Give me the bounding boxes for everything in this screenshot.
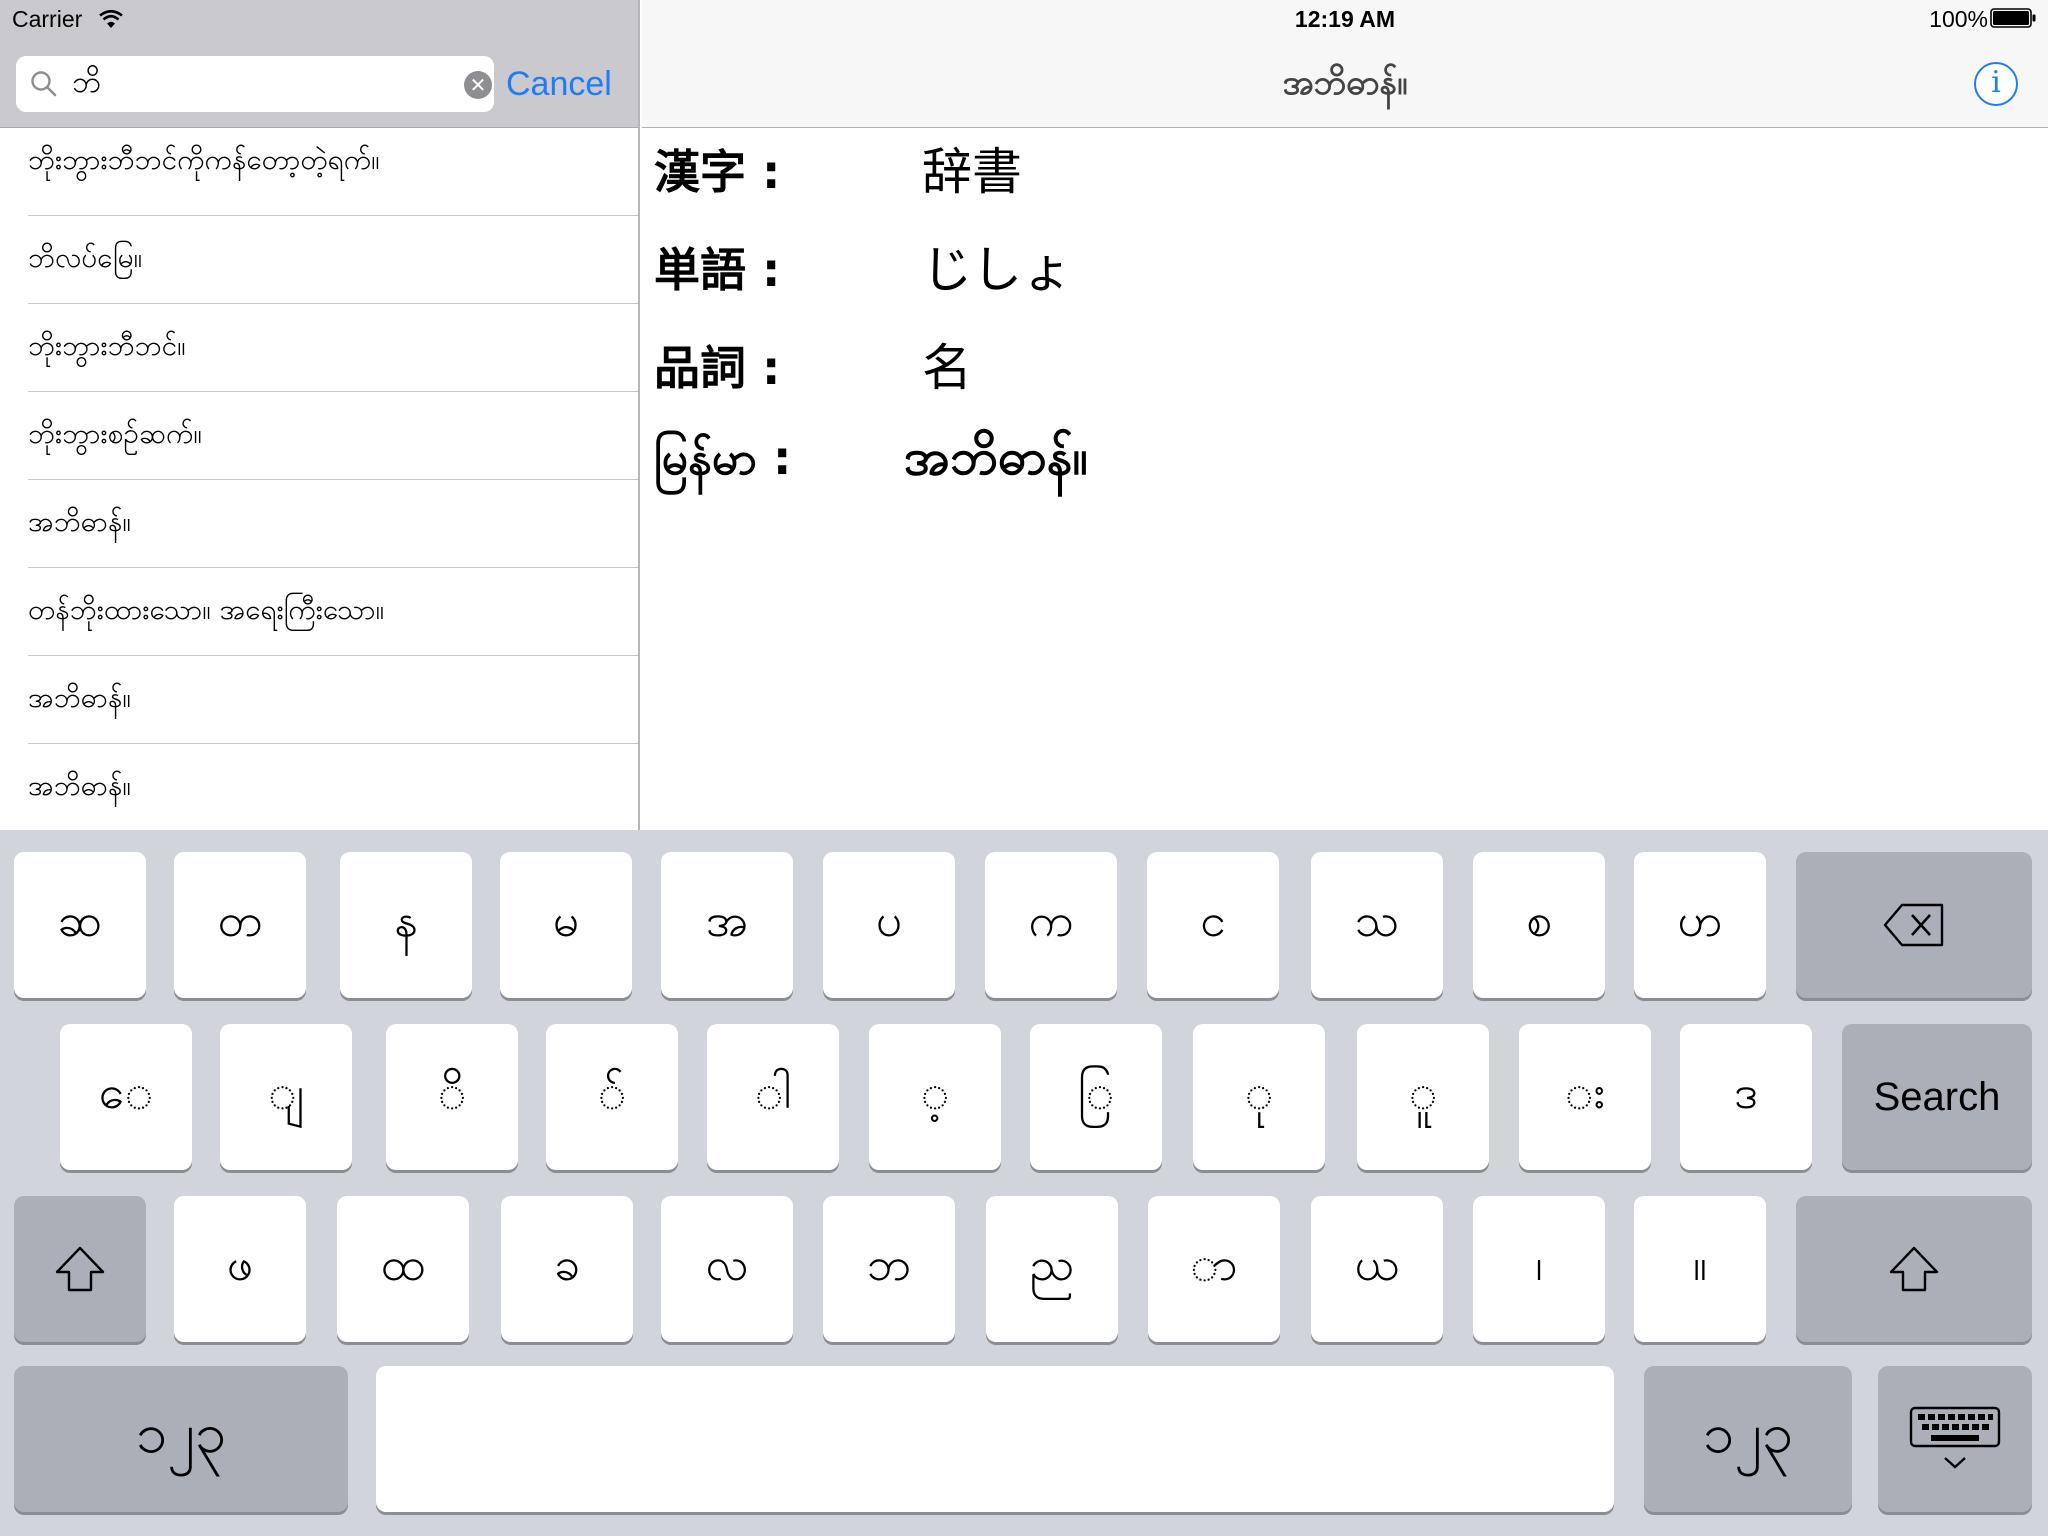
battery-percentage: 100% (1929, 6, 1988, 32)
master-pane: Carrier ✕ Cancel ဘိုးဘွားဘီဘင်ကိုကန်တော့… (0, 0, 640, 830)
keyboard-dismiss-icon (1909, 1406, 2001, 1469)
list-item[interactable]: ဘိလပ်မြေ။ (0, 216, 638, 304)
key[interactable]: ပ (823, 852, 955, 998)
key[interactable]: ျ (220, 1024, 352, 1170)
list-item-label: အဘိဓာန်။ (28, 769, 131, 802)
list-item-label: အဘိဓာန်။ (28, 505, 131, 538)
word-label: 単語 : (654, 243, 781, 297)
key[interactable]: ဒ (1680, 1024, 1812, 1170)
results-list: ဘိုးဘွားဘီဘင်ကိုကန်တော့တဲ့ရက်။ ဘိလပ်မြေ။… (0, 128, 638, 830)
key[interactable]: မ (500, 852, 632, 998)
list-item[interactable]: ဘိုးဘွားဘီဘင်။ (0, 304, 638, 392)
key[interactable]: န (340, 852, 472, 998)
key[interactable]: ဘ (823, 1196, 955, 1342)
key[interactable]: ူ (1357, 1024, 1489, 1170)
key[interactable]: ထ (337, 1196, 469, 1342)
numbers-key-left[interactable]: ၁၂၃ (14, 1366, 348, 1512)
key[interactable]: ဖ (174, 1196, 306, 1342)
burmese-value: အဘိဓာန်။ (904, 428, 1088, 486)
list-item[interactable]: ဘိုးဘွားဘီဘင်ကိုကန်တော့တဲ့ရက်။ (0, 128, 638, 216)
list-item-label: ဘိုးဘွားဘီဘင်။ (28, 329, 186, 362)
key[interactable]: ာ (1148, 1196, 1280, 1342)
dismiss-keyboard-key[interactable] (1878, 1366, 2032, 1512)
list-item-label: ဘိုးဘွားဘီဘင်ကိုကန်တော့တဲ့ရက်။ (28, 143, 380, 176)
burmese-label: မြန်မာ : (654, 431, 792, 485)
key[interactable]: အ (661, 852, 793, 998)
list-item[interactable]: တန်ဘိုးထားသော။ အရေးကြီးသော။ (0, 568, 638, 656)
key[interactable]: သ (1311, 852, 1443, 998)
key[interactable]: ။ (1634, 1196, 1766, 1342)
list-item-label: တန်ဘိုးထားသော။ အရေးကြီးသော။ (28, 593, 385, 626)
shift-key-right[interactable] (1796, 1196, 2032, 1342)
search-input[interactable] (72, 62, 442, 106)
search-field[interactable]: ✕ (16, 56, 494, 112)
key[interactable]: ခ (501, 1196, 633, 1342)
shift-icon (55, 1246, 105, 1292)
list-item[interactable]: အဘိဓာန်။ (0, 480, 638, 568)
carrier-label: Carrier (12, 6, 83, 32)
info-icon[interactable]: i (1974, 62, 2018, 106)
search-key[interactable]: Search (1842, 1024, 2032, 1170)
nav-title: အဘိဓာန်။ (1282, 63, 1408, 103)
key[interactable]: ့ (869, 1024, 1001, 1170)
key[interactable]: ည (986, 1196, 1118, 1342)
shift-icon (1889, 1246, 1939, 1292)
space-key[interactable] (376, 1366, 1614, 1512)
word-value: じしょ (922, 241, 1072, 299)
list-item-label: ဘိုးဘွားစဉ်ဆက်။ (28, 417, 202, 450)
list-item[interactable]: အဘိဓာန်။ (0, 656, 638, 744)
detail-view: 漢字 : 辞書 単語 : じしょ 品詞 : 名 မြန်မာ : အဘိဓာန်… (642, 128, 2048, 830)
kanji-value: 辞書 (922, 143, 1022, 201)
detail-nav-bar: 12:19 AM 100% အဘိဓာန်။ i (642, 0, 2048, 128)
clear-search-icon[interactable]: ✕ (464, 71, 492, 99)
key[interactable]: ဟ (1634, 852, 1766, 998)
key[interactable]: ြ (1030, 1024, 1162, 1170)
key[interactable]: ေ (60, 1024, 192, 1170)
part-of-speech-label: 品詞 : (654, 341, 781, 395)
part-of-speech-value: 名 (922, 339, 972, 397)
search-icon (31, 71, 57, 97)
key[interactable]: ိ (386, 1024, 518, 1170)
kanji-label: 漢字 : (654, 145, 781, 199)
burmese-keyboard: ဆ တ န မ အ ပ က င သ စ ဟ ေ ျ ိ ် ါ ့ ြ ု ူ … (0, 830, 2048, 1536)
key[interactable]: ် (546, 1024, 678, 1170)
key[interactable]: တ (174, 852, 306, 998)
wifi-icon (99, 10, 123, 28)
search-header: Carrier ✕ Cancel (0, 0, 638, 128)
backspace-icon (1883, 903, 1944, 947)
list-item[interactable]: အဘိဓာန်။ (0, 744, 638, 830)
key[interactable]: ု (1193, 1024, 1325, 1170)
numbers-key-right[interactable]: ၁၂၃ (1644, 1366, 1852, 1512)
key[interactable]: င (1147, 852, 1279, 998)
backspace-key[interactable] (1796, 852, 2032, 998)
key[interactable]: ယ (1311, 1196, 1443, 1342)
shift-key-left[interactable] (14, 1196, 146, 1342)
key[interactable]: စ (1473, 852, 1605, 998)
list-item-label: အဘိဓာန်။ (28, 681, 131, 714)
battery-icon (1990, 8, 2036, 28)
key[interactable]: ါ (707, 1024, 839, 1170)
key[interactable]: လ (661, 1196, 793, 1342)
key[interactable]: ဆ (14, 852, 146, 998)
key[interactable]: း (1519, 1024, 1651, 1170)
key[interactable]: ၊ (1473, 1196, 1605, 1342)
list-item-label: ဘိလပ်မြေ။ (28, 241, 143, 274)
cancel-button[interactable]: Cancel (506, 56, 612, 112)
status-time: 12:19 AM (1294, 6, 1396, 32)
key[interactable]: က (985, 852, 1117, 998)
list-item[interactable]: ဘိုးဘွားစဉ်ဆက်။ (0, 392, 638, 480)
